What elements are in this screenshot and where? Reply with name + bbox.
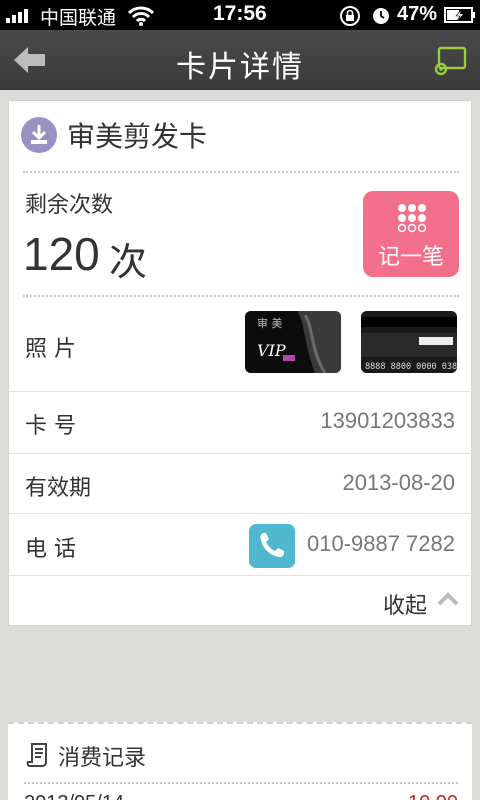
- cast-settings-icon[interactable]: [432, 44, 468, 76]
- card-detail-panel: 审美剪发卡 剩余次数 120 次 记一笔 照 片 审 美 VIP 8888 88…: [8, 100, 473, 627]
- card-number-value: 13901203833: [320, 408, 455, 433]
- divider: [23, 171, 459, 173]
- remaining-value: 120: [23, 228, 100, 280]
- divider: [24, 782, 458, 784]
- expiry-row: 有效期 2013-08-20: [9, 453, 473, 513]
- card-header: 审美剪发卡: [9, 101, 473, 173]
- battery-percent: 47%: [397, 3, 438, 25]
- battery-icon: [444, 7, 475, 23]
- phone-label: 电 话: [25, 537, 76, 562]
- status-bar: 中国联通 17:56 47%: [0, 0, 480, 30]
- phone-icon: [260, 533, 284, 558]
- card-number-label: 卡 号: [25, 414, 76, 439]
- rotation-lock-icon: [340, 6, 360, 26]
- card-avatar-icon: [21, 117, 57, 153]
- wifi-icon: [128, 6, 154, 26]
- alarm-icon: [373, 8, 389, 24]
- record-button-label: 记一笔: [377, 245, 444, 270]
- photos-row: 照 片 审 美 VIP 8888 8800 0000 0383: [9, 297, 473, 391]
- carrier-name: 中国联通: [40, 7, 117, 29]
- record-amount: -10.00: [401, 792, 458, 800]
- phone-value[interactable]: 010-9887 7282: [307, 531, 455, 557]
- phone-row: 电 话 010-9887 7282: [9, 513, 473, 575]
- photo-card-number: 8888 8800 0000 0383: [365, 362, 457, 372]
- signal-icon: [6, 9, 28, 23]
- chevron-up-icon: [437, 592, 459, 606]
- expiry-value: 2013-08-20: [342, 470, 455, 495]
- receipt-icon: [26, 743, 47, 767]
- consumption-records-panel: 消费记录 2013/05/14 -10.00: [8, 722, 472, 800]
- keypad-icon: [397, 204, 427, 233]
- remaining-unit: 次: [109, 240, 148, 284]
- photos-label: 照 片: [25, 337, 76, 362]
- collapse-toggle[interactable]: 收起: [9, 575, 473, 627]
- photo-vip-text: VIP: [257, 341, 286, 360]
- record-button[interactable]: 记一笔: [363, 191, 459, 277]
- card-photo-front[interactable]: 审 美 VIP: [245, 311, 341, 373]
- card-name: 审美剪发卡: [67, 120, 208, 153]
- card-photo-back[interactable]: 8888 8800 0000 0383: [361, 311, 457, 373]
- expiry-label: 有效期: [25, 476, 92, 501]
- records-title: 消费记录: [58, 746, 147, 771]
- status-time: 17:56: [213, 2, 267, 25]
- page-title: 卡片详情: [176, 50, 304, 85]
- record-date[interactable]: 2013/05/14: [24, 792, 124, 800]
- card-number-row: 卡 号 13901203833: [9, 391, 473, 453]
- svg-text:审 美: 审 美: [257, 316, 283, 330]
- remaining-label: 剩余次数: [25, 193, 114, 218]
- collapse-label: 收起: [382, 594, 427, 619]
- title-bar: 卡片详情: [0, 30, 480, 90]
- call-button[interactable]: [249, 524, 295, 568]
